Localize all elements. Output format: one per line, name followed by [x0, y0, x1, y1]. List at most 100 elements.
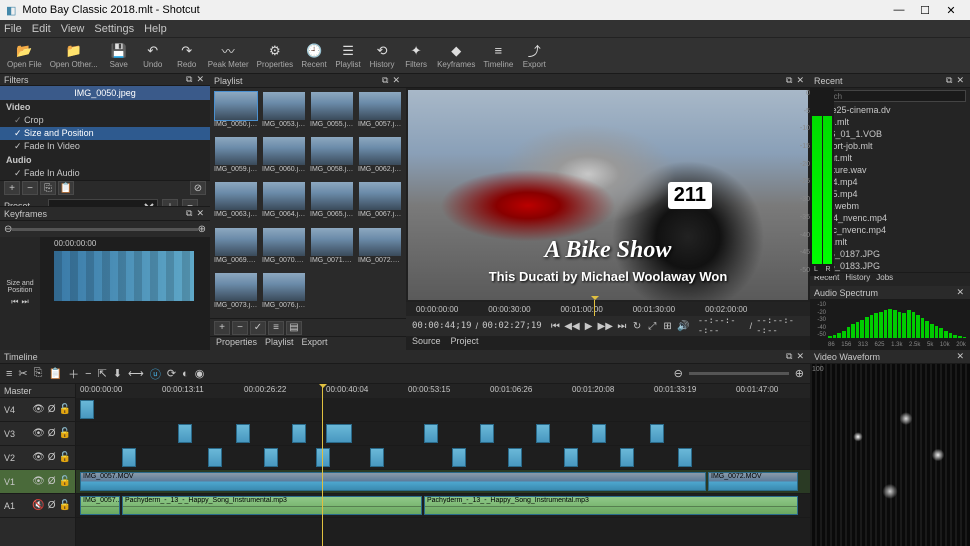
video-preview[interactable]: 211 A Bike Show This Ducati by Michael W… [408, 90, 808, 300]
mute-icon[interactable]: Ø [48, 476, 56, 487]
recent-item[interactable]: hiit5.mlt [810, 116, 970, 128]
preview-close-icon[interactable]: ✕ [794, 75, 806, 86]
playlist-item[interactable]: IMG_0055.jpeg [310, 92, 354, 133]
playlist-item[interactable]: IMG_0063.jpeg [214, 182, 258, 223]
playlist-check-button[interactable]: ✓ [250, 321, 266, 335]
recent-item[interactable]: IMG_0187.JPG [810, 248, 970, 260]
lock-icon[interactable]: 🔓 [59, 452, 71, 463]
toolbar-redo[interactable]: ↷Redo [171, 40, 203, 72]
toolbar-properties[interactable]: ⚙Properties [254, 40, 296, 72]
track-v1[interactable]: IMG_0057.MOV IMG_0072.MOV [76, 470, 810, 494]
lock-icon[interactable]: 🔓 [59, 500, 71, 511]
keyframes-close-icon[interactable]: ✕ [194, 208, 206, 219]
track-head-v2[interactable]: V2👁Ø🔓 [0, 446, 75, 470]
clip[interactable] [480, 424, 494, 443]
toolbar-peak-meter[interactable]: 〰Peak Meter [205, 40, 252, 72]
track-head-v3[interactable]: V3👁Ø🔓 [0, 422, 75, 446]
playlist-item[interactable]: IMG_0073.jpeg [214, 273, 258, 314]
track-head-a1[interactable]: A1🔇Ø🔓 [0, 494, 75, 518]
tl-scrub-icon[interactable]: ⟳ [165, 367, 178, 380]
skip-end-button[interactable]: ⏭ [616, 319, 627, 333]
recent-close-icon[interactable]: ✕ [954, 75, 966, 86]
track-v4[interactable] [76, 398, 810, 422]
toolbar-export[interactable]: ⤴Export [518, 40, 550, 72]
recent-item[interactable]: VTS_01_1.VOB [810, 128, 970, 140]
track-head-v4[interactable]: V4👁Ø🔓 [0, 398, 75, 422]
kf-prev-button[interactable]: ⏮ [11, 297, 18, 307]
clip[interactable] [326, 424, 352, 443]
mute-icon[interactable]: Ø [48, 428, 56, 439]
recent-item[interactable]: capture.wav [810, 164, 970, 176]
recent-item[interactable]: wide25-cinema.dv [810, 104, 970, 116]
track-a1[interactable]: IMG_0057... Pachyderm_-_13_-_Happy_Song_… [76, 494, 810, 518]
playlist-undock-icon[interactable]: ⧉ [380, 75, 390, 86]
recent-item[interactable]: vp9.webm [810, 200, 970, 212]
playlist-item[interactable]: IMG_0060.jpeg [262, 137, 306, 178]
tl-zoom-in-icon[interactable]: ⊕ [793, 367, 806, 380]
skip-start-button[interactable]: ⏮ [550, 319, 561, 333]
volume-button[interactable]: 🔊 [677, 319, 689, 333]
menu-view[interactable]: View [61, 23, 85, 35]
timeline-playhead[interactable] [322, 384, 323, 546]
toolbar-save[interactable]: 💾Save [103, 40, 135, 72]
clip-a1-1[interactable]: IMG_0057... [80, 496, 120, 515]
forward-button[interactable]: ▶▶ [598, 319, 612, 333]
clip[interactable] [292, 424, 306, 443]
in-point[interactable]: --:--:--:-- [698, 316, 746, 336]
tl-ripple-icon[interactable]: ◐ [180, 368, 191, 380]
tab-properties[interactable]: Properties [216, 337, 257, 350]
playlist-item[interactable]: IMG_0062.jpeg [358, 137, 402, 178]
minimize-button[interactable]: — [886, 4, 912, 16]
clip[interactable] [508, 448, 522, 467]
playlist-item[interactable]: IMG_0072.MOV [358, 228, 402, 269]
tab-source[interactable]: Source [412, 336, 441, 350]
tab-jobs[interactable]: Jobs [876, 273, 893, 286]
clip[interactable] [592, 424, 606, 443]
recent-undock-icon[interactable]: ⧉ [944, 75, 954, 86]
clip[interactable] [370, 448, 384, 467]
tl-snap-icon[interactable]: ⓤ [148, 366, 163, 382]
zoom-out-icon[interactable]: ⊖ [4, 224, 12, 235]
playlist-item[interactable]: IMG_0058.jpeg [310, 137, 354, 178]
eye-icon[interactable]: 👁 [32, 476, 45, 487]
timeline-undock-icon[interactable]: ⧉ [784, 351, 794, 362]
playlist-timeline-button[interactable]: ▤ [286, 321, 302, 335]
lock-icon[interactable]: 🔓 [59, 404, 71, 415]
recent-item[interactable]: x265.mp4 [810, 188, 970, 200]
filters-close-icon[interactable]: ✕ [194, 74, 206, 85]
keyframes-track-view[interactable]: 00:00:00:00 [40, 237, 210, 350]
keyframes-undock-icon[interactable]: ⧉ [184, 208, 194, 219]
recent-search-input[interactable] [814, 90, 966, 102]
tl-zoom-slider[interactable] [689, 372, 789, 375]
keyframes-clip[interactable] [54, 251, 194, 301]
tab-history[interactable]: History [845, 273, 870, 286]
playlist-item[interactable]: IMG_0057.jpeg [358, 92, 402, 133]
playlist-item[interactable]: IMG_0071.MOV [310, 228, 354, 269]
playlist-add-button[interactable]: + [214, 321, 230, 335]
grid-button[interactable]: ⊞ [662, 319, 673, 333]
clip[interactable] [564, 448, 578, 467]
recent-item[interactable]: test.mlt [810, 236, 970, 248]
tl-rippleall-icon[interactable]: ◉ [193, 367, 207, 380]
tl-menu-icon[interactable]: ≡ [4, 368, 14, 380]
tl-overwrite-icon[interactable]: ⬇ [111, 367, 124, 380]
playlist-item[interactable]: IMG_0076.jpeg [262, 273, 306, 314]
copy-filter-button[interactable]: ⎘ [40, 181, 56, 195]
tl-split-icon[interactable]: ⟷ [126, 367, 146, 380]
playlist-item[interactable]: IMG_0065.jpeg [310, 182, 354, 223]
clip[interactable] [208, 448, 222, 467]
clip[interactable] [80, 400, 94, 419]
menu-help[interactable]: Help [144, 23, 167, 35]
clip[interactable] [424, 424, 438, 443]
mute-icon[interactable]: 🔇 [32, 500, 44, 511]
playlist-close-icon[interactable]: ✕ [390, 75, 402, 86]
tl-cut-icon[interactable]: ✂ [16, 367, 29, 380]
maximize-button[interactable]: ☐ [912, 4, 938, 17]
toolbar-keyframes[interactable]: ◆Keyframes [434, 40, 478, 72]
clip[interactable] [316, 448, 330, 467]
tab-project[interactable]: Project [451, 336, 479, 350]
eye-icon[interactable]: 👁 [32, 404, 45, 415]
toolbar-playlist[interactable]: ☰Playlist [332, 40, 364, 72]
playlist-item[interactable]: IMG_0069.MOV [214, 228, 258, 269]
clip[interactable] [236, 424, 250, 443]
